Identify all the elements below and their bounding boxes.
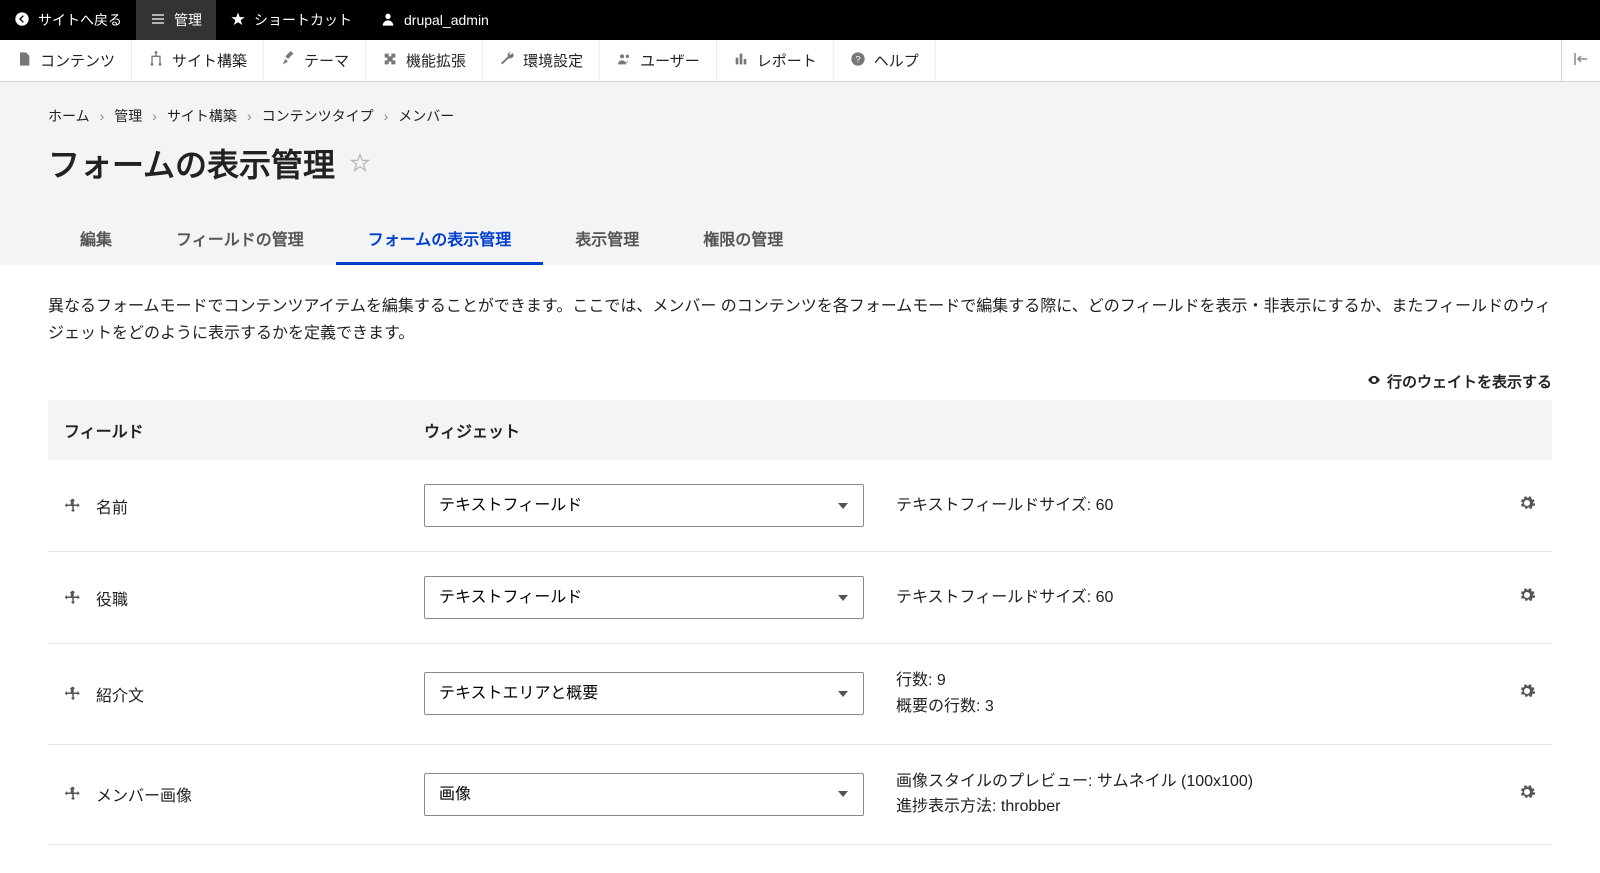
toolbar-configuration-label: 環境設定 [523,50,583,71]
bar-chart-icon [733,51,749,71]
wrench-icon [499,51,515,71]
tab-manage-permissions[interactable]: 権限の管理 [671,214,815,265]
form-display-table: フィールド ウィジェット 名前 テキストフィールドテキストフィールドサイズ: 6… [48,400,1552,844]
widget-summary: 行数: 9概要の行数: 3 [880,644,1492,744]
manage-label: 管理 [174,10,202,30]
widget-summary: テキストフィールドサイズ: 60 [880,460,1492,552]
primary-tabs: 編集 フィールドの管理 フォームの表示管理 表示管理 権限の管理 [48,214,1552,265]
toolbar-configuration[interactable]: 環境設定 [483,40,600,81]
shortcuts-link[interactable]: ショートカット [216,0,366,40]
tab-manage-form-display[interactable]: フォームの表示管理 [336,214,544,265]
tab-manage-fields[interactable]: フィールドの管理 [144,214,336,265]
breadcrumb-item[interactable]: 管理 [114,106,142,126]
user-icon [380,11,396,30]
table-header-widget: ウィジェット [408,400,880,460]
table-row: 名前 テキストフィールドテキストフィールドサイズ: 60 [48,460,1552,552]
shortcuts-label: ショートカット [254,10,352,30]
page-title-row: フォームの表示管理 [48,140,1552,186]
toolbar-extend-label: 機能拡張 [406,50,466,71]
eye-icon [1367,373,1381,391]
drag-handle-icon[interactable] [64,589,82,607]
show-row-weights-label: 行のウェイトを表示する [1387,371,1552,392]
star-icon [230,11,246,30]
tab-manage-display[interactable]: 表示管理 [543,214,671,265]
toolbar-structure[interactable]: サイト構築 [132,40,264,81]
widget-select[interactable]: 画像 [424,773,864,816]
breadcrumb-item[interactable]: コンテンツタイプ [262,106,374,126]
gear-icon[interactable] [1518,591,1536,608]
collapse-left-icon [1572,50,1590,71]
show-row-weights: 行のウェイトを表示する [48,371,1552,392]
chevron-right-icon: › [100,108,105,124]
gear-icon[interactable] [1518,788,1536,805]
toolbar-people[interactable]: ユーザー [600,40,717,81]
user-menu[interactable]: drupal_admin [366,0,503,40]
chevron-right-icon: › [384,108,389,124]
table-header-ops [1492,400,1552,460]
table-header-summary [880,400,1492,460]
svg-text:?: ? [855,54,860,64]
manage-toggle[interactable]: 管理 [136,0,216,40]
page-description: 異なるフォームモードでコンテンツアイテムを編集することができます。ここでは、メン… [48,293,1552,347]
widget-select[interactable]: テキストエリアと概要 [424,672,864,715]
breadcrumb-item[interactable]: ホーム [48,106,90,126]
breadcrumb: ホーム › 管理 › サイト構築 › コンテンツタイプ › メンバー [48,106,1552,126]
chevron-left-circle-icon [14,11,30,30]
structure-icon [148,51,164,71]
field-label: 役職 [96,586,128,610]
chevron-right-icon: › [152,108,157,124]
file-icon [16,51,32,71]
question-icon: ? [850,51,866,71]
breadcrumb-item[interactable]: サイト構築 [167,106,237,126]
breadcrumb-item[interactable]: メンバー [398,106,454,126]
header-region: ホーム › 管理 › サイト構築 › コンテンツタイプ › メンバー フォームの… [0,82,1600,265]
toolbar-content-label: コンテンツ [40,50,115,71]
user-label: drupal_admin [404,12,489,28]
drag-handle-icon[interactable] [64,685,82,703]
toolbar-help[interactable]: ? ヘルプ [834,40,936,81]
toolbar-people-label: ユーザー [640,50,700,71]
widget-select[interactable]: テキストフィールド [424,576,864,619]
toolbar-reports-label: レポート [757,50,817,71]
people-icon [616,51,632,71]
table-row: 役職 テキストフィールドテキストフィールドサイズ: 60 [48,552,1552,644]
toolbar-appearance[interactable]: テーマ [264,40,366,81]
main-content: 異なるフォームモードでコンテンツアイテムを編集することができます。ここでは、メン… [0,265,1600,873]
table-header-field: フィールド [48,400,408,460]
widget-summary: 画像スタイルのプレビュー: サムネイル (100x100)進捗表示方法: thr… [880,744,1492,844]
toolbar-help-label: ヘルプ [874,50,919,71]
toolbar-content[interactable]: コンテンツ [0,40,132,81]
toolbar-extend[interactable]: 機能拡張 [366,40,483,81]
hamburger-icon [150,11,166,30]
admin-topbar: サイトへ戻る 管理 ショートカット drupal_admin [0,0,1600,40]
drag-handle-icon[interactable] [64,497,82,515]
toolbar-reports[interactable]: レポート [717,40,834,81]
shortcut-star-icon[interactable] [349,152,371,174]
page-title: フォームの表示管理 [48,140,335,186]
chevron-right-icon: › [247,108,252,124]
admin-toolbar: コンテンツ サイト構築 テーマ 機能拡張 環境設定 ユーザー レポート ? ヘル… [0,40,1600,82]
show-row-weights-link[interactable]: 行のウェイトを表示する [1367,371,1552,392]
gear-icon[interactable] [1518,499,1536,516]
widget-summary: テキストフィールドサイズ: 60 [880,552,1492,644]
toolbar-structure-label: サイト構築 [172,50,247,71]
gear-icon[interactable] [1518,687,1536,704]
toolbar-appearance-label: テーマ [304,50,349,71]
back-to-site-label: サイトへ戻る [38,10,122,30]
field-label: メンバー画像 [96,782,192,806]
field-label: 名前 [96,494,128,518]
table-row: メンバー画像 画像画像スタイルのプレビュー: サムネイル (100x100)進捗… [48,744,1552,844]
drag-handle-icon[interactable] [64,785,82,803]
table-row: 紹介文 テキストエリアと概要行数: 9概要の行数: 3 [48,644,1552,744]
paintbrush-icon [280,51,296,71]
tab-edit[interactable]: 編集 [48,214,144,265]
widget-select[interactable]: テキストフィールド [424,484,864,527]
toolbar-collapse-button[interactable] [1561,40,1600,81]
back-to-site-link[interactable]: サイトへ戻る [0,0,136,40]
puzzle-icon [382,51,398,71]
field-label: 紹介文 [96,682,144,706]
